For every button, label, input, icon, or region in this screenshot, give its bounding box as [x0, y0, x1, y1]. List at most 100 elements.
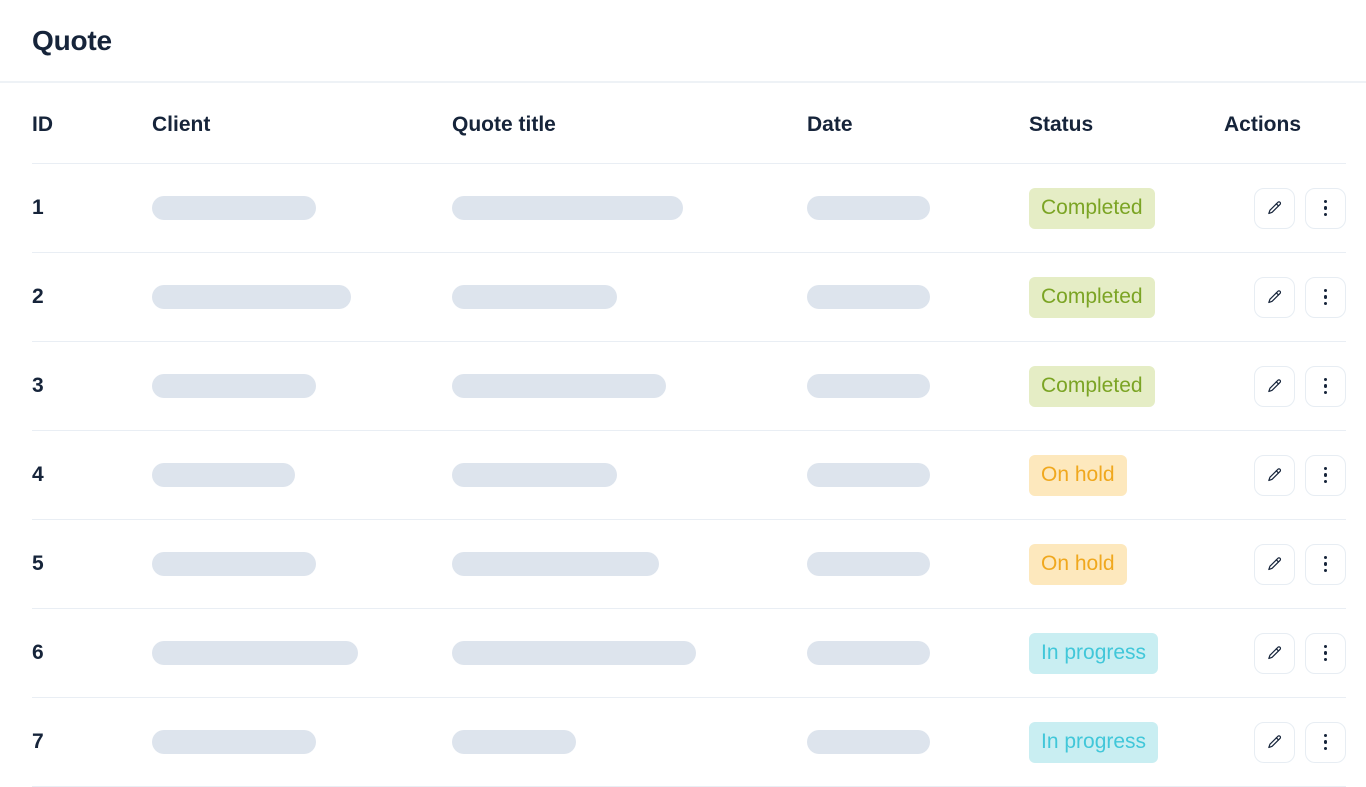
client-placeholder-bar [152, 463, 295, 487]
row-id-value: 6 [32, 641, 44, 664]
quote-title-placeholder-bar [452, 641, 696, 665]
cell-actions [1224, 341, 1346, 431]
cell-date [807, 163, 1029, 253]
row-actions-group [1224, 543, 1346, 585]
edit-row-button[interactable] [1254, 454, 1295, 496]
cell-date [807, 430, 1029, 520]
page-title: Quote [32, 24, 112, 56]
pencil-icon [1268, 200, 1282, 214]
status-badge: Completed [1029, 187, 1155, 229]
pencil-icon [1268, 467, 1282, 481]
row-overflow-button[interactable] [1305, 721, 1346, 763]
cell-id: 3 [32, 341, 152, 431]
pencil-icon [1268, 556, 1282, 570]
status-badge: Completed [1029, 365, 1155, 407]
cell-id: 2 [32, 252, 152, 342]
cell-quote-title [452, 519, 807, 609]
page-header: Quote [0, 0, 1366, 83]
column-header-quote-title[interactable]: Quote title [452, 83, 807, 164]
pencil-icon [1268, 289, 1282, 303]
edit-row-button[interactable] [1254, 632, 1295, 674]
column-header-id[interactable]: ID [32, 83, 152, 164]
cell-status: In progress [1029, 697, 1224, 787]
edit-row-button[interactable] [1254, 721, 1295, 763]
date-placeholder-bar [807, 374, 930, 398]
pencil-icon [1268, 734, 1282, 748]
row-overflow-button[interactable] [1305, 187, 1346, 229]
cell-quote-title [452, 252, 807, 342]
cell-client [152, 519, 452, 609]
cell-actions [1224, 163, 1346, 253]
row-id-value: 3 [32, 374, 44, 397]
date-placeholder-bar [807, 552, 930, 576]
date-placeholder-bar [807, 641, 930, 665]
cell-status: In progress [1029, 608, 1224, 698]
cell-quote-title [452, 163, 807, 253]
cell-date [807, 252, 1029, 342]
vertical-dots-icon [1323, 466, 1328, 484]
cell-actions [1224, 252, 1346, 342]
row-id-value: 5 [32, 552, 44, 575]
cell-actions [1224, 697, 1346, 787]
date-placeholder-bar [807, 196, 930, 220]
vertical-dots-icon [1323, 644, 1328, 662]
column-header-client[interactable]: Client [152, 83, 452, 164]
table-head: ID Client Quote title Date Status Action… [32, 83, 1346, 164]
table-row[interactable]: 6 In progress [32, 608, 1346, 698]
row-overflow-button[interactable] [1305, 543, 1346, 585]
client-placeholder-bar [152, 285, 351, 309]
quote-title-placeholder-bar [452, 730, 576, 754]
client-placeholder-bar [152, 374, 316, 398]
cell-date [807, 519, 1029, 609]
cell-client [152, 697, 452, 787]
quote-title-placeholder-bar [452, 463, 617, 487]
client-placeholder-bar [152, 730, 316, 754]
row-actions-group [1224, 365, 1346, 407]
row-id-value: 1 [32, 196, 44, 219]
row-actions-group [1224, 187, 1346, 229]
pencil-icon [1268, 645, 1282, 659]
cell-status: On hold [1029, 430, 1224, 520]
quote-table-container: ID Client Quote title Date Status Action… [0, 83, 1366, 787]
cell-quote-title [452, 697, 807, 787]
column-header-date[interactable]: Date [807, 83, 1029, 164]
cell-date [807, 341, 1029, 431]
edit-row-button[interactable] [1254, 187, 1295, 229]
edit-row-button[interactable] [1254, 276, 1295, 318]
date-placeholder-bar [807, 730, 930, 754]
column-header-actions: Actions [1224, 83, 1346, 164]
row-overflow-button[interactable] [1305, 365, 1346, 407]
cell-id: 1 [32, 163, 152, 253]
cell-client [152, 341, 452, 431]
quote-title-placeholder-bar [452, 374, 666, 398]
row-overflow-button[interactable] [1305, 454, 1346, 496]
cell-id: 6 [32, 608, 152, 698]
table-row[interactable]: 4 On hold [32, 430, 1346, 520]
cell-status: Completed [1029, 252, 1224, 342]
cell-date [807, 697, 1029, 787]
row-overflow-button[interactable] [1305, 632, 1346, 674]
quote-title-placeholder-bar [452, 196, 683, 220]
table-row[interactable]: 3 Completed [32, 341, 1346, 431]
table-row[interactable]: 1 Completed [32, 163, 1346, 253]
vertical-dots-icon [1323, 555, 1328, 573]
row-id-value: 4 [32, 463, 44, 486]
row-actions-group [1224, 721, 1346, 763]
client-placeholder-bar [152, 641, 358, 665]
edit-row-button[interactable] [1254, 365, 1295, 407]
quote-title-placeholder-bar [452, 285, 617, 309]
date-placeholder-bar [807, 285, 930, 309]
cell-status: On hold [1029, 519, 1224, 609]
cell-date [807, 608, 1029, 698]
row-overflow-button[interactable] [1305, 276, 1346, 318]
status-badge: On hold [1029, 543, 1127, 585]
status-badge: In progress [1029, 632, 1159, 674]
status-badge: On hold [1029, 454, 1127, 496]
edit-row-button[interactable] [1254, 543, 1295, 585]
row-actions-group [1224, 454, 1346, 496]
table-row[interactable]: 7 In progress [32, 697, 1346, 787]
table-row[interactable]: 2 Completed [32, 252, 1346, 342]
column-header-status[interactable]: Status [1029, 83, 1224, 164]
table-row[interactable]: 5 On hold [32, 519, 1346, 609]
quote-title-placeholder-bar [452, 552, 659, 576]
